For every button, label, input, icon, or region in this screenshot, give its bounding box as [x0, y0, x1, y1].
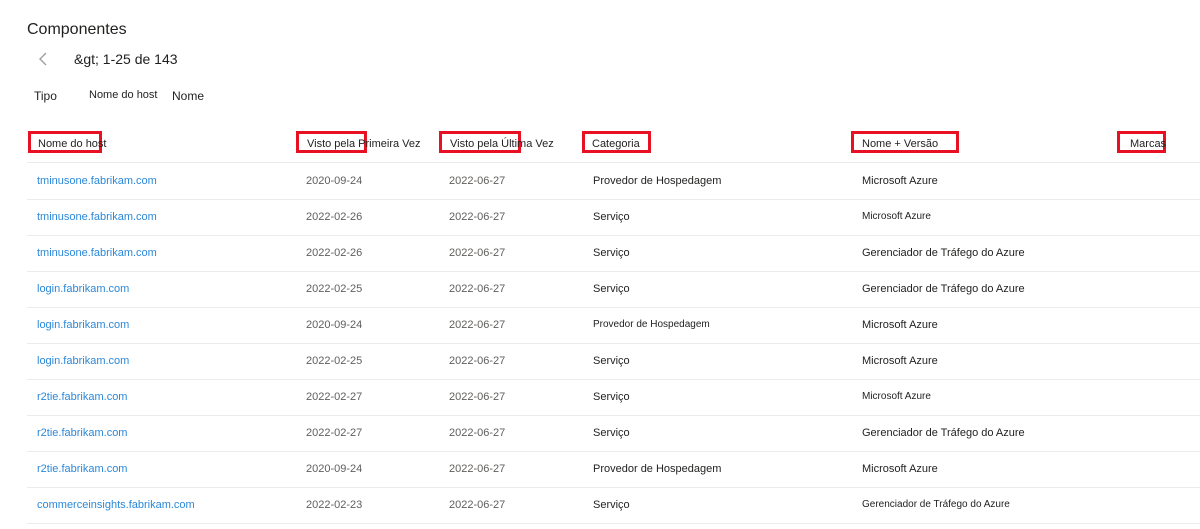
table-row: r2tie.fabrikam.com 2022-02-27 2022-06-27… — [27, 379, 1200, 416]
last-seen-cell: 2022-06-27 — [449, 247, 506, 259]
table-row: tminusone.fabrikam.com 2022-02-26 2022-0… — [27, 199, 1200, 236]
category-cell: Provedor de Hospedagem — [593, 319, 710, 330]
table-row: login.fabrikam.com 2020-09-24 2022-06-27… — [27, 307, 1200, 344]
table-row: r2tie.fabrikam.com 2022-02-27 2022-06-27… — [27, 415, 1200, 452]
table-row: commerceinsights.fabrikam.com 2022-02-23… — [27, 487, 1200, 524]
filter-tipo[interactable]: Tipo — [34, 89, 57, 103]
column-header-name-version[interactable]: Nome + Versão — [862, 138, 938, 150]
name-version-cell: Microsoft Azure — [862, 355, 938, 367]
last-seen-cell: 2022-06-27 — [449, 463, 506, 475]
filter-nome[interactable]: Nome — [172, 89, 204, 103]
name-version-cell: Gerenciador de Tráfego do Azure — [862, 247, 1025, 259]
first-seen-cell: 2022-02-27 — [306, 427, 363, 439]
previous-page-button[interactable] — [32, 48, 54, 70]
table-row: tminusone.fabrikam.com 2022-02-26 2022-0… — [27, 235, 1200, 272]
name-version-cell: Microsoft Azure — [862, 175, 938, 187]
column-header-hostname[interactable]: Nome do host — [38, 138, 106, 150]
hostname-link[interactable]: commerceinsights.fabrikam.com — [37, 499, 195, 511]
last-seen-cell: 2022-06-27 — [449, 427, 506, 439]
last-seen-cell: 2022-06-27 — [449, 355, 506, 367]
filter-nome-do-host[interactable]: Nome do host — [89, 89, 157, 101]
table-row: r2tie.fabrikam.com 2020-09-24 2022-06-27… — [27, 451, 1200, 488]
last-seen-cell: 2022-06-27 — [449, 499, 506, 511]
category-cell: Serviço — [593, 427, 630, 439]
last-seen-cell: 2022-06-27 — [449, 391, 506, 403]
column-header-tags[interactable]: Marcas — [1130, 138, 1166, 150]
name-version-cell: Microsoft Azure — [862, 319, 938, 331]
page-range-label: &gt; 1-25 de 143 — [74, 51, 178, 67]
first-seen-cell: 2020-09-24 — [306, 319, 363, 331]
column-header-category[interactable]: Categoria — [592, 138, 640, 150]
table-row: login.fabrikam.com 2022-02-25 2022-06-27… — [27, 271, 1200, 308]
first-seen-cell: 2022-02-25 — [306, 355, 363, 367]
last-seen-cell: 2022-06-27 — [449, 211, 506, 223]
table-row: tminusone.fabrikam.com 2020-09-24 2022-0… — [27, 163, 1200, 200]
first-seen-cell: 2022-02-27 — [306, 391, 363, 403]
first-seen-cell: 2022-02-23 — [306, 499, 363, 511]
hostname-link[interactable]: r2tie.fabrikam.com — [37, 427, 127, 439]
category-cell: Serviço — [593, 247, 630, 259]
hostname-link[interactable]: login.fabrikam.com — [37, 355, 129, 367]
category-cell: Provedor de Hospedagem — [593, 463, 722, 475]
last-seen-cell: 2022-06-27 — [449, 319, 506, 331]
hostname-link[interactable]: r2tie.fabrikam.com — [37, 391, 127, 403]
table-header: Nome do host Visto pela Primeira Vez Vis… — [27, 128, 1200, 163]
page-title: Componentes — [27, 21, 127, 38]
hostname-link[interactable]: login.fabrikam.com — [37, 319, 129, 331]
column-header-first-seen[interactable]: Visto pela Primeira Vez — [307, 138, 421, 150]
first-seen-cell: 2022-02-26 — [306, 247, 363, 259]
category-cell: Provedor de Hospedagem — [593, 175, 722, 187]
table-row: login.fabrikam.com 2022-02-25 2022-06-27… — [27, 343, 1200, 380]
column-header-last-seen[interactable]: Visto pela Última Vez — [450, 138, 554, 150]
name-version-cell: Microsoft Azure — [862, 211, 931, 222]
first-seen-cell: 2020-09-24 — [306, 463, 363, 475]
hostname-link[interactable]: tminusone.fabrikam.com — [37, 211, 157, 223]
hostname-link[interactable]: tminusone.fabrikam.com — [37, 175, 157, 187]
name-version-cell: Gerenciador de Tráfego do Azure — [862, 499, 1010, 510]
last-seen-cell: 2022-06-27 — [449, 283, 506, 295]
first-seen-cell: 2022-02-25 — [306, 283, 363, 295]
hostname-link[interactable]: login.fabrikam.com — [37, 283, 129, 295]
category-cell: Serviço — [593, 391, 630, 403]
last-seen-cell: 2022-06-27 — [449, 175, 506, 187]
chevron-left-icon — [39, 52, 47, 66]
category-cell: Serviço — [593, 283, 630, 295]
category-cell: Serviço — [593, 211, 630, 223]
name-version-cell: Gerenciador de Tráfego do Azure — [862, 283, 1025, 295]
hostname-link[interactable]: r2tie.fabrikam.com — [37, 463, 127, 475]
name-version-cell: Gerenciador de Tráfego do Azure — [862, 427, 1025, 439]
category-cell: Serviço — [593, 499, 630, 511]
first-seen-cell: 2022-02-26 — [306, 211, 363, 223]
category-cell: Serviço — [593, 355, 630, 367]
name-version-cell: Microsoft Azure — [862, 463, 938, 475]
hostname-link[interactable]: tminusone.fabrikam.com — [37, 247, 157, 259]
name-version-cell: Microsoft Azure — [862, 391, 931, 402]
first-seen-cell: 2020-09-24 — [306, 175, 363, 187]
